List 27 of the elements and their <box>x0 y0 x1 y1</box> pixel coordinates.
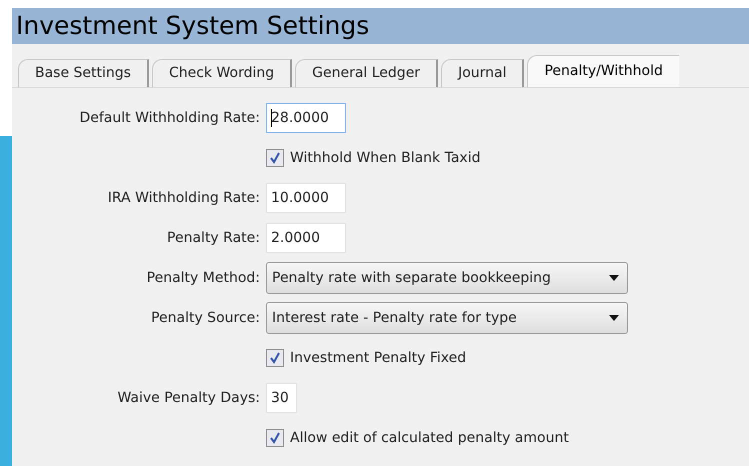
checkbox[interactable] <box>266 149 284 167</box>
input-field[interactable]: 10.0000 <box>266 183 346 213</box>
checkbox-label: Investment Penalty Fixed <box>290 348 466 368</box>
field-label: IRA Withholding Rate: <box>106 188 260 208</box>
dropdown[interactable]: Interest rate - Penalty rate for type <box>266 302 628 334</box>
input-field[interactable]: 30 <box>266 383 297 413</box>
field-label: Penalty Source: <box>150 308 260 328</box>
dropdown[interactable]: Penalty rate with separate bookkeeping <box>266 262 628 294</box>
tab[interactable]: Check Wording <box>152 59 292 87</box>
dropdown-arrow-icon <box>609 275 619 281</box>
tab[interactable]: General Ledger <box>295 59 438 87</box>
checkbox-label: Withhold When Blank Taxid <box>290 148 480 168</box>
field-label: Penalty Rate: <box>166 228 260 248</box>
dropdown-arrow-icon <box>609 315 619 321</box>
field-label: Default Withholding Rate: <box>78 108 260 128</box>
text-cursor-icon <box>271 109 272 127</box>
checkbox-label: Allow edit of calculated penalty amount <box>290 428 569 448</box>
tab[interactable]: Penalty/Withhold <box>527 55 679 87</box>
input-field[interactable]: 28.0000 <box>266 103 346 133</box>
window-title: Investment System Settings <box>16 10 370 42</box>
field-label: Waive Penalty Days: <box>116 388 260 408</box>
input-field[interactable]: 2.0000 <box>266 223 346 253</box>
checkbox[interactable] <box>266 349 284 367</box>
field-label: Penalty Method: <box>146 268 260 288</box>
checkbox[interactable] <box>266 429 284 447</box>
tab[interactable]: Base Settings <box>18 59 149 87</box>
tab[interactable]: Journal <box>441 59 524 87</box>
